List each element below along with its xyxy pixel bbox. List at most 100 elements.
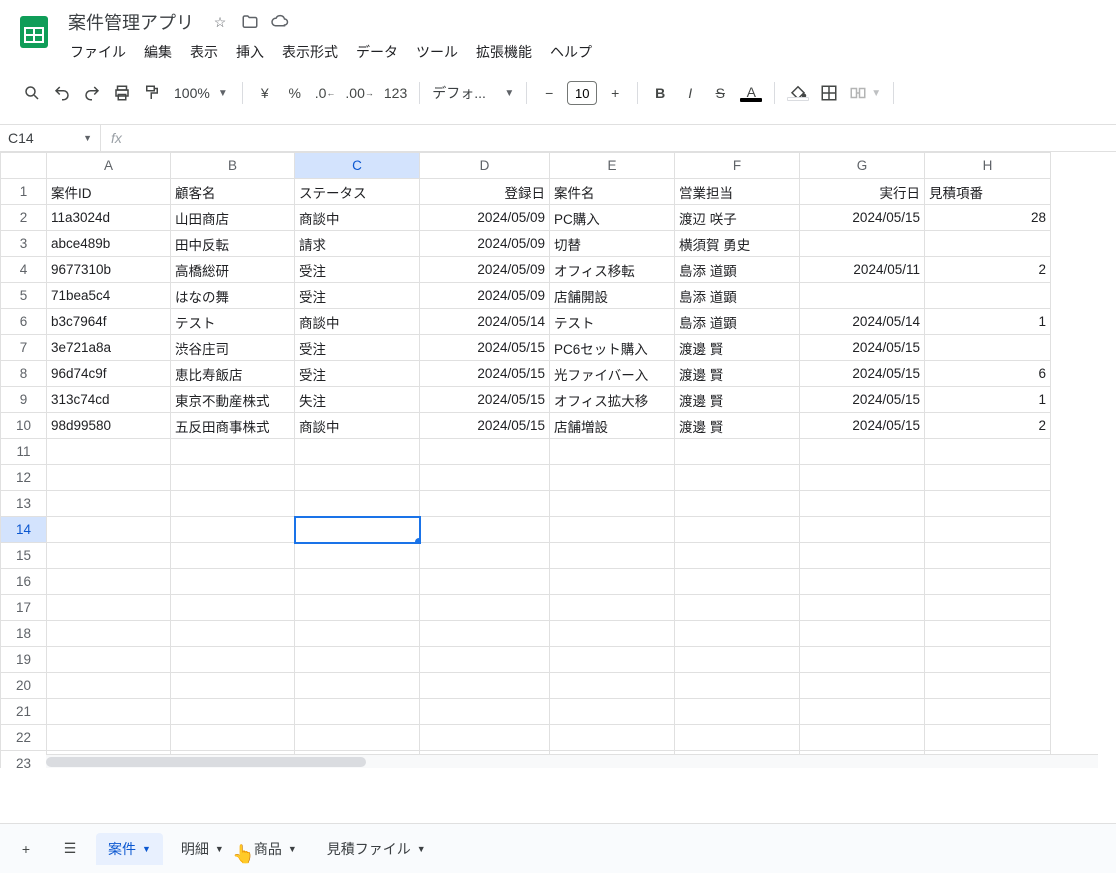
cell[interactable] <box>171 517 295 543</box>
menu-4[interactable]: 表示形式 <box>274 38 346 66</box>
cell[interactable]: 渡邊 賢 <box>675 413 800 439</box>
col-header-C[interactable]: C <box>295 153 420 179</box>
cell[interactable]: 見積項番 <box>925 179 1051 205</box>
cell[interactable] <box>295 491 420 517</box>
cell[interactable] <box>47 673 171 699</box>
cell[interactable] <box>550 465 675 491</box>
cell[interactable]: テスト <box>171 309 295 335</box>
cell[interactable] <box>800 231 925 257</box>
cell[interactable]: 商談中 <box>295 413 420 439</box>
cell[interactable] <box>550 439 675 465</box>
merge-cells-icon[interactable]: ▼ <box>845 78 885 108</box>
cell[interactable]: 28 <box>925 205 1051 231</box>
cell[interactable]: 案件名 <box>550 179 675 205</box>
menu-1[interactable]: 編集 <box>136 38 180 66</box>
cell[interactable]: 田中反転 <box>171 231 295 257</box>
row-header-23[interactable]: 23 <box>1 751 47 769</box>
currency-format-icon[interactable]: ¥ <box>251 78 279 108</box>
chevron-down-icon[interactable]: ▼ <box>215 844 224 854</box>
cell[interactable] <box>295 465 420 491</box>
cell[interactable]: abce489b <box>47 231 171 257</box>
undo-icon[interactable] <box>48 78 76 108</box>
cell[interactable]: 2024/05/14 <box>800 309 925 335</box>
row-header-22[interactable]: 22 <box>1 725 47 751</box>
col-header-B[interactable]: B <box>171 153 295 179</box>
cell[interactable] <box>925 725 1051 751</box>
cell[interactable] <box>925 569 1051 595</box>
cell[interactable] <box>295 595 420 621</box>
cell[interactable] <box>550 699 675 725</box>
cell[interactable] <box>925 647 1051 673</box>
cell[interactable] <box>925 673 1051 699</box>
cell[interactable] <box>925 335 1051 361</box>
cell[interactable] <box>550 491 675 517</box>
font-family-dropdown[interactable]: デフォ...▼ <box>428 83 518 103</box>
menu-6[interactable]: ツール <box>408 38 466 66</box>
cell[interactable]: 98d99580 <box>47 413 171 439</box>
cell[interactable] <box>420 491 550 517</box>
formula-bar[interactable] <box>132 125 1116 151</box>
col-header-G[interactable]: G <box>800 153 925 179</box>
row-header-15[interactable]: 15 <box>1 543 47 569</box>
row-header-14[interactable]: 14 <box>1 517 47 543</box>
sheets-logo[interactable] <box>14 12 54 52</box>
cell[interactable]: 受注 <box>295 257 420 283</box>
cell[interactable] <box>925 517 1051 543</box>
cell[interactable]: 高橋総研 <box>171 257 295 283</box>
sheet-tab-0[interactable]: 案件▼ <box>96 833 163 865</box>
cell[interactable]: 313c74cd <box>47 387 171 413</box>
cell[interactable]: 渋谷庄司 <box>171 335 295 361</box>
cell[interactable] <box>675 491 800 517</box>
cell[interactable]: 2024/05/15 <box>420 413 550 439</box>
cell[interactable] <box>295 569 420 595</box>
row-header-9[interactable]: 9 <box>1 387 47 413</box>
cell[interactable] <box>171 543 295 569</box>
cell[interactable] <box>800 283 925 309</box>
cell[interactable]: 店舗増設 <box>550 413 675 439</box>
fill-color-icon[interactable] <box>783 78 813 108</box>
cell[interactable]: 東京不動産株式 <box>171 387 295 413</box>
cell[interactable]: 実行日 <box>800 179 925 205</box>
star-icon[interactable]: ☆ <box>210 12 230 32</box>
cell[interactable] <box>675 699 800 725</box>
cell[interactable]: ステータス <box>295 179 420 205</box>
cell[interactable] <box>171 491 295 517</box>
cell[interactable] <box>925 621 1051 647</box>
cell[interactable]: はなの舞 <box>171 283 295 309</box>
cell[interactable] <box>675 621 800 647</box>
cell[interactable]: 9677310b <box>47 257 171 283</box>
row-header-20[interactable]: 20 <box>1 673 47 699</box>
bold-icon[interactable]: B <box>646 78 674 108</box>
cell[interactable] <box>800 621 925 647</box>
strikethrough-icon[interactable]: S <box>706 78 734 108</box>
cell[interactable] <box>925 283 1051 309</box>
cell[interactable] <box>925 465 1051 491</box>
cell[interactable] <box>550 673 675 699</box>
cell[interactable]: 2 <box>925 413 1051 439</box>
sheet-tab-3[interactable]: 見積ファイル▼ <box>315 833 438 865</box>
cell[interactable] <box>171 647 295 673</box>
row-header-21[interactable]: 21 <box>1 699 47 725</box>
sheet-tab-1[interactable]: 明細▼ <box>169 833 236 865</box>
cell[interactable] <box>420 595 550 621</box>
cell[interactable] <box>925 699 1051 725</box>
cell[interactable] <box>295 517 420 543</box>
cell[interactable] <box>47 595 171 621</box>
cell[interactable] <box>550 569 675 595</box>
cell[interactable] <box>47 439 171 465</box>
row-header-17[interactable]: 17 <box>1 595 47 621</box>
cell[interactable] <box>420 647 550 673</box>
zoom-dropdown[interactable]: 100%▼ <box>168 85 234 101</box>
row-header-6[interactable]: 6 <box>1 309 47 335</box>
menu-3[interactable]: 挿入 <box>228 38 272 66</box>
cell[interactable] <box>675 517 800 543</box>
cell[interactable]: 山田商店 <box>171 205 295 231</box>
cell[interactable] <box>420 465 550 491</box>
cell[interactable]: 渡邊 賢 <box>675 387 800 413</box>
redo-icon[interactable] <box>78 78 106 108</box>
row-header-3[interactable]: 3 <box>1 231 47 257</box>
cell[interactable]: 6 <box>925 361 1051 387</box>
cell[interactable]: 五反田商事株式 <box>171 413 295 439</box>
cell[interactable]: 2024/05/09 <box>420 231 550 257</box>
cell[interactable] <box>171 621 295 647</box>
